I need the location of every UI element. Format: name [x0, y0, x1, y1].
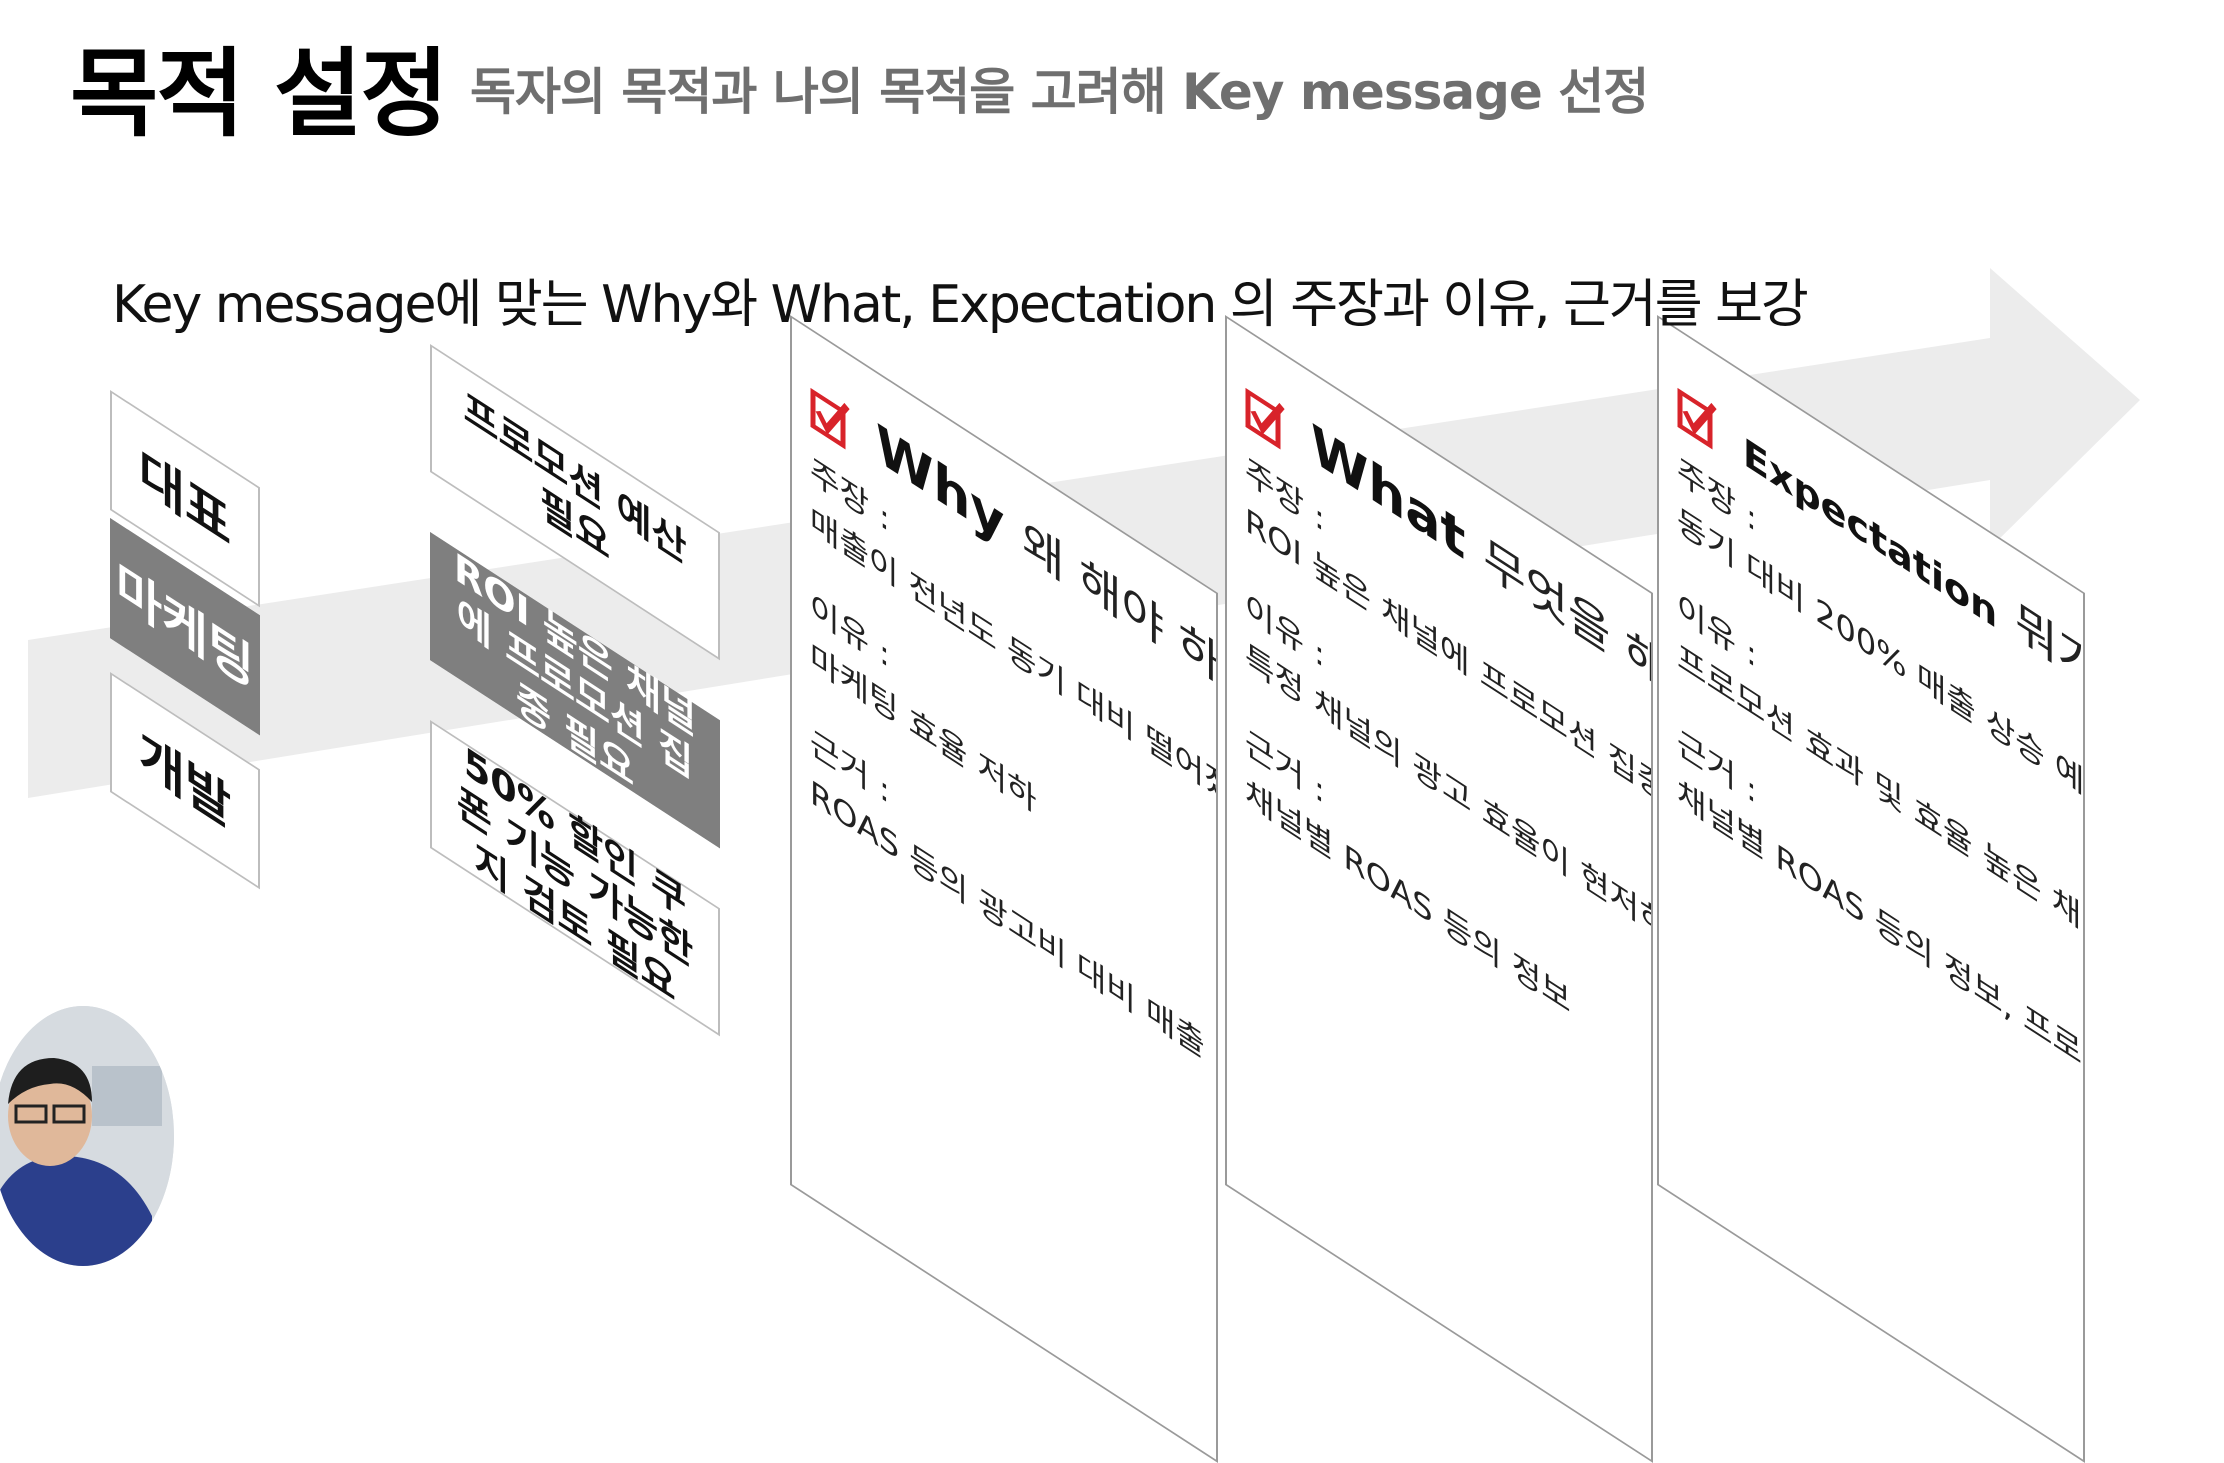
page-subtitle: 독자의 목적과 나의 목적을 고려해 Key message 선정: [470, 63, 1649, 121]
checkbox-check-icon: [1677, 387, 1717, 450]
checkbox-check-icon: [1245, 387, 1285, 450]
presenter-avatar-image: [0, 1006, 174, 1266]
page-title: 목적 설정: [70, 38, 449, 150]
presenter-avatar: [0, 1006, 174, 1266]
checkbox-check-icon: [810, 387, 850, 450]
headline: Key message에 맞는 Why와 What, Expectation 의…: [112, 275, 1809, 335]
